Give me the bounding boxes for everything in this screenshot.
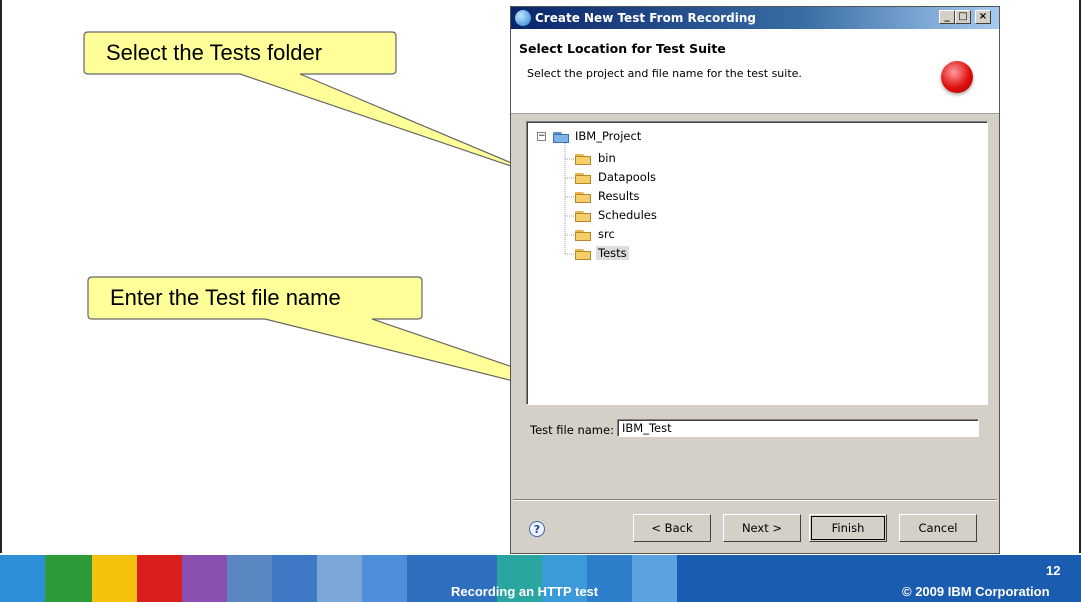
maximize-button[interactable]: □ <box>955 10 971 24</box>
dialog-title: Create New Test From Recording <box>535 11 757 25</box>
finish-button[interactable]: Finish <box>809 514 887 542</box>
folder-icon <box>575 210 591 222</box>
slide-footer: Recording an HTTP test 12 © 2009 IBM Cor… <box>0 555 1081 602</box>
folder-icon <box>575 229 591 241</box>
close-icon: × <box>978 11 988 22</box>
folder-icon <box>575 191 591 203</box>
footer-tile <box>227 555 272 602</box>
minimize-icon: _ <box>944 11 950 22</box>
copyright: © 2009 IBM Corporation <box>902 584 1050 599</box>
footer-tile <box>317 555 362 602</box>
help-icon: ? <box>533 523 541 536</box>
project-tree[interactable]: − IBM_Project bin Datapools Results Sche… <box>526 121 988 405</box>
footer-tile <box>92 555 137 602</box>
wizard-banner: Select Location for Test Suite Select th… <box>511 29 999 114</box>
cancel-button[interactable]: Cancel <box>899 514 977 542</box>
wizard-heading: Select Location for Test Suite <box>519 41 726 56</box>
page-number: 12 <box>1046 563 1061 578</box>
help-button[interactable]: ? <box>529 521 545 537</box>
folder-icon <box>575 153 591 165</box>
slide: Select the Tests folder Enter the Test f… <box>0 0 1081 602</box>
tree-item-label: Schedules <box>598 208 657 222</box>
footer-tile <box>632 555 677 602</box>
file-name-label: Test file name: <box>530 423 614 437</box>
folder-icon <box>575 172 591 184</box>
project-folder-icon <box>553 131 569 143</box>
tree-item-label: bin <box>598 151 616 165</box>
footer-tile <box>272 555 317 602</box>
file-name-field[interactable] <box>617 419 979 437</box>
footer-tile <box>362 555 407 602</box>
back-button[interactable]: < Back <box>633 514 711 542</box>
folder-icon <box>575 248 591 260</box>
app-icon <box>515 10 531 26</box>
footer-tile <box>0 555 45 602</box>
new-test-dialog: Create New Test From Recording _ □ × Sel… <box>510 6 1000 554</box>
slide-border-left <box>0 0 2 553</box>
minimize-button[interactable]: _ <box>939 10 955 24</box>
callout-select-folder-text: Select the Tests folder <box>106 40 323 65</box>
close-button[interactable]: × <box>975 10 991 24</box>
tree-item-label: Datapools <box>598 170 657 184</box>
tree-root-label: IBM_Project <box>575 129 642 143</box>
wizard-icon <box>941 61 973 93</box>
tree-item-label: Results <box>598 189 640 203</box>
dialog-titlebar[interactable]: Create New Test From Recording _ □ × <box>511 7 999 29</box>
callout-enter-name-text: Enter the Test file name <box>110 285 341 310</box>
next-button[interactable]: Next > <box>723 514 801 542</box>
footer-tile <box>182 555 227 602</box>
footer-tile <box>137 555 182 602</box>
footer-tile <box>45 555 92 602</box>
button-separator <box>513 499 997 501</box>
tree-item-label: src <box>598 227 615 241</box>
tree-item-label: Tests <box>596 246 629 260</box>
wizard-description: Select the project and file name for the… <box>527 67 802 80</box>
maximize-icon: □ <box>958 11 968 22</box>
collapse-icon[interactable]: − <box>537 132 546 141</box>
footer-title: Recording an HTTP test <box>451 584 599 599</box>
